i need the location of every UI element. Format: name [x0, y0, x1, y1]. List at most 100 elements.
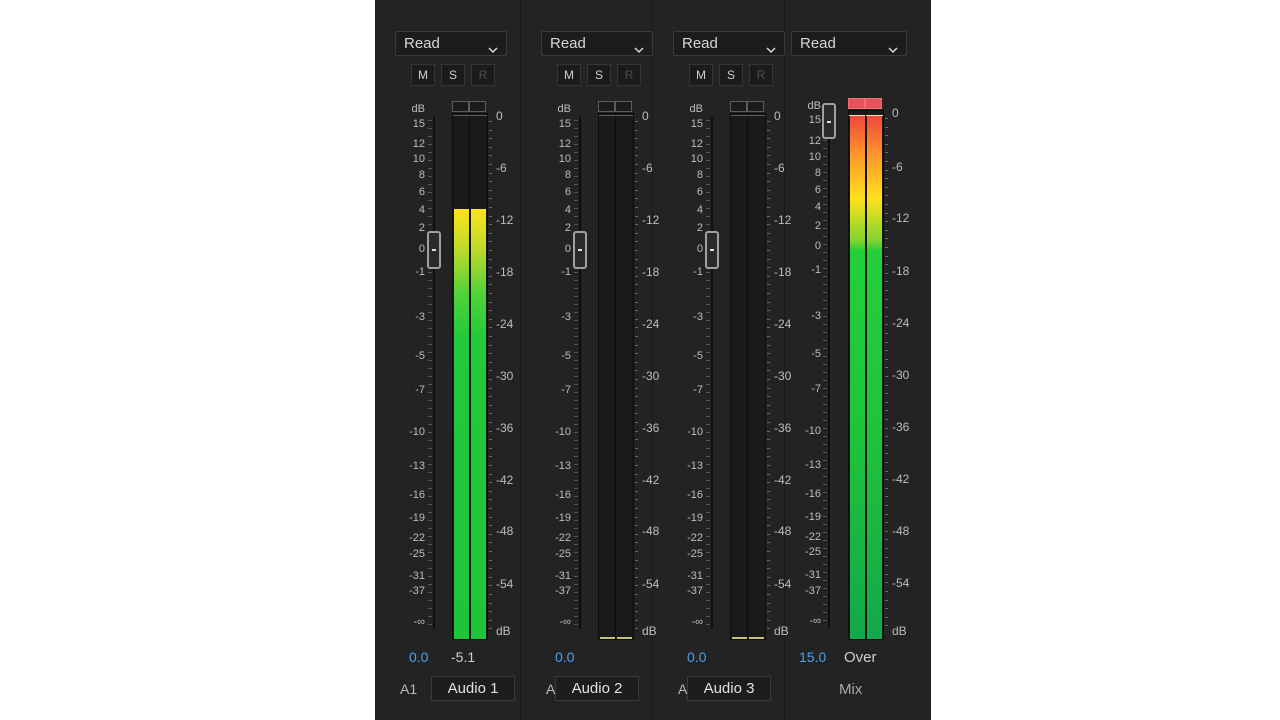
fader-tick — [823, 300, 827, 301]
fader-tick — [706, 320, 710, 321]
clip-indicator-left[interactable] — [452, 101, 469, 112]
meter-tick — [635, 190, 638, 191]
track-name-field[interactable]: Audio 1 — [431, 676, 515, 701]
level-meter — [730, 113, 766, 640]
meter-tick — [489, 388, 492, 389]
fader-tick — [574, 544, 578, 545]
fader-tick — [428, 216, 432, 217]
automation-mode-dropdown[interactable]: Read — [395, 31, 507, 56]
volume-fader-track[interactable] — [579, 117, 581, 629]
fader-tick — [706, 384, 710, 385]
meter-tick — [635, 568, 638, 569]
solo-button[interactable]: S — [587, 64, 611, 86]
track-name-field[interactable]: Audio 3 — [687, 676, 771, 701]
volume-fader-track[interactable] — [433, 117, 435, 629]
fader-tick — [428, 464, 432, 465]
record-button[interactable]: R — [471, 64, 495, 86]
clip-indicator-right[interactable] — [747, 101, 764, 112]
fader-scale-label: -16 — [555, 489, 571, 501]
meter-tick — [767, 405, 770, 406]
clip-indicator-left[interactable] — [598, 101, 615, 112]
fader-tick — [574, 504, 578, 505]
meter-tick — [885, 195, 888, 196]
fader-tick — [428, 360, 432, 361]
meter-tick — [885, 230, 888, 231]
meter-tick — [767, 284, 770, 285]
volume-value[interactable]: 0.0 — [555, 649, 574, 665]
fader-tick — [428, 536, 432, 537]
fader-tick — [428, 336, 432, 337]
track-strip-a3: Read M S RdB 15 12 10 8 6 4 2 0 -1 -3 -5 -7 -10 -13 -16 -19… — [653, 0, 791, 720]
fader-tick — [823, 404, 827, 405]
automation-mode-dropdown[interactable]: Read — [791, 31, 907, 56]
fader-scale-label: 4 — [696, 204, 703, 216]
meter-tick — [635, 431, 638, 432]
fader-tick — [574, 320, 578, 321]
fader-scale-label: -5 — [415, 350, 425, 362]
mute-button[interactable]: M — [411, 64, 435, 86]
volume-value[interactable]: 15.0 — [799, 649, 826, 665]
volume-fader-handle[interactable] — [427, 231, 441, 269]
automation-mode-dropdown[interactable]: Read — [673, 31, 785, 56]
fader-tick — [428, 456, 432, 457]
fader-scale-label: -1 — [415, 266, 425, 278]
fader-tick — [706, 480, 710, 481]
fader-tick — [823, 500, 827, 501]
automation-mode-dropdown[interactable]: Read — [541, 31, 653, 56]
meter-tick — [767, 310, 770, 311]
track-name-field[interactable]: Audio 2 — [555, 676, 639, 701]
volume-fader-handle[interactable] — [705, 231, 719, 269]
meter-tick — [885, 565, 888, 566]
volume-fader-track[interactable] — [828, 112, 830, 628]
clip-indicator-left[interactable] — [848, 98, 865, 109]
clip-indicator-right[interactable] — [865, 98, 882, 109]
fader-tick — [428, 472, 432, 473]
fader-tick — [706, 160, 710, 161]
meter-scale-label: -18 — [892, 264, 910, 278]
fader-tick — [428, 512, 432, 513]
volume-value[interactable]: 0.0 — [409, 649, 428, 665]
fader-scale-label: dB — [689, 103, 703, 115]
meter-tick — [489, 422, 492, 423]
meter-tick — [885, 496, 888, 497]
record-button[interactable]: R — [617, 64, 641, 86]
solo-button[interactable]: S — [719, 64, 743, 86]
solo-button[interactable]: S — [441, 64, 465, 86]
fader-scale-label: 2 — [814, 220, 821, 232]
meter-tick — [489, 250, 492, 251]
fader-tick — [428, 296, 432, 297]
fader-scale-label: 2 — [418, 222, 425, 234]
meter-tick — [885, 127, 888, 128]
volume-fader-track[interactable] — [711, 117, 713, 629]
fader-tick — [823, 524, 827, 525]
volume-value[interactable]: 0.0 — [687, 649, 706, 665]
mute-button[interactable]: M — [689, 64, 713, 86]
fader-tick — [574, 144, 578, 145]
clip-indicator-right[interactable] — [469, 101, 486, 112]
mix-strip: Read dB 15 12 10 8 6 4 2 0 -1 -3 -5 -7 -10 -13 -16 -19 -22… — [785, 0, 931, 720]
fader-tick — [428, 528, 432, 529]
fader-tick — [706, 344, 710, 345]
fader-tick — [823, 316, 827, 317]
meter-tick — [885, 204, 888, 205]
chevron-down-icon — [634, 39, 644, 54]
clip-indicator-right[interactable] — [615, 101, 632, 112]
fader-scale-label: 0 — [814, 240, 821, 252]
fader-scale-label: 0 — [696, 243, 703, 255]
meter-tick — [489, 482, 492, 483]
fader-scale-label: 4 — [418, 204, 425, 216]
fader-scale-label: 8 — [696, 169, 703, 181]
clip-indicator-left[interactable] — [730, 101, 747, 112]
fader-tick — [574, 512, 578, 513]
volume-fader-handle[interactable] — [822, 103, 836, 139]
fader-scale-label: 10 — [808, 151, 821, 163]
meter-tick — [489, 241, 492, 242]
record-button[interactable]: R — [749, 64, 773, 86]
volume-fader-handle[interactable] — [573, 231, 587, 269]
fader-tick — [574, 296, 578, 297]
meter-tick — [767, 422, 770, 423]
mute-button[interactable]: M — [557, 64, 581, 86]
meter-tick — [635, 551, 638, 552]
fader-tick — [823, 140, 827, 141]
fader-tick — [706, 272, 710, 273]
